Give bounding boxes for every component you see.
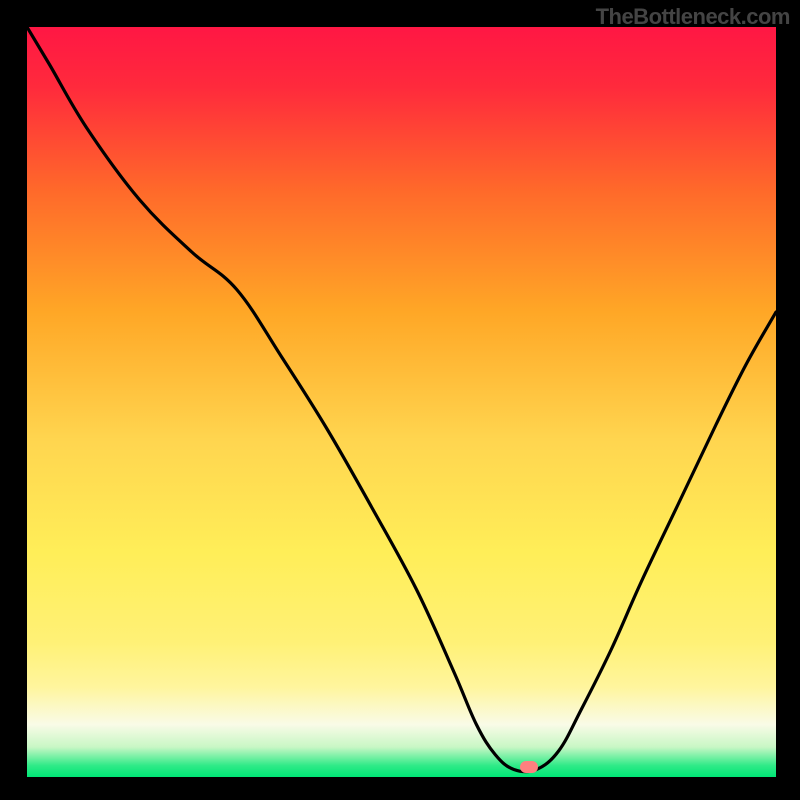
watermark-text: TheBottleneck.com xyxy=(596,4,790,30)
optimal-marker xyxy=(520,761,538,773)
gradient-background xyxy=(27,27,776,777)
plot-area xyxy=(27,27,776,777)
